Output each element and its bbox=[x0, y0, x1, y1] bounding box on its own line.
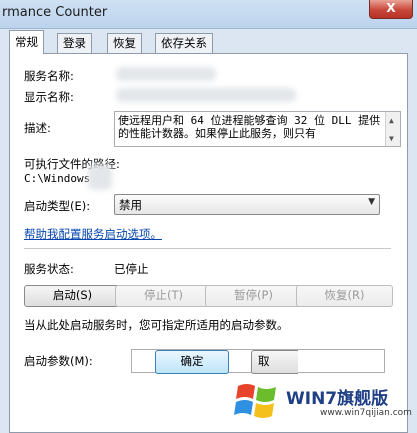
windows-logo-icon bbox=[234, 384, 276, 418]
watermark-text: WIN7旗舰版 bbox=[286, 389, 389, 409]
tab-logon[interactable]: 登录 bbox=[57, 33, 92, 53]
cancel-button-partial[interactable]: 取 bbox=[251, 350, 298, 374]
title-bar: rmance Counter X bbox=[0, 0, 417, 29]
close-button[interactable]: X bbox=[369, 0, 413, 19]
watermark: WIN7旗舰版 www.win7qijian.com bbox=[232, 378, 417, 431]
start-params-label: 启动参数(M): bbox=[24, 354, 93, 368]
scroll-down-icon[interactable]: ▼ bbox=[389, 132, 394, 145]
service-status-label: 服务状态: bbox=[24, 262, 74, 276]
service-name-label: 服务名称: bbox=[24, 69, 74, 83]
pause-button[interactable]: 暂停(P) bbox=[205, 285, 302, 307]
start-button[interactable]: 启动(S) bbox=[24, 285, 121, 307]
description-text: 使远程用户和 64 位进程能够查询 32 位 DLL 提供的性能计数器。如果停止… bbox=[118, 114, 381, 140]
tab-general[interactable]: 常规 bbox=[9, 30, 44, 54]
description-label: 描述: bbox=[24, 121, 51, 135]
help-link[interactable]: 帮助我配置服务启动选项。 bbox=[24, 226, 162, 242]
exe-path-value: C:\Windows bbox=[24, 172, 91, 185]
redacted-exe-path bbox=[88, 164, 112, 190]
tab-dependencies[interactable]: 依存关系 bbox=[155, 33, 213, 53]
display-name-label: 显示名称: bbox=[24, 90, 74, 104]
redacted-service-name bbox=[116, 67, 216, 81]
separator bbox=[24, 248, 391, 249]
startup-type-label: 启动类型(E): bbox=[24, 199, 91, 213]
redacted-display-name bbox=[116, 88, 296, 102]
scroll-up-icon[interactable]: ▲ bbox=[389, 114, 394, 127]
description-box[interactable]: 使远程用户和 64 位进程能够查询 32 位 DLL 提供的性能计数器。如果停止… bbox=[114, 111, 401, 147]
window-title: rmance Counter bbox=[2, 5, 108, 20]
general-panel: 服务名称: 显示名称: 描述: 使远程用户和 64 位进程能够查询 32 位 D… bbox=[9, 53, 408, 433]
stop-button[interactable]: 停止(T) bbox=[115, 285, 212, 307]
watermark-url: www.win7qijian.com bbox=[320, 408, 412, 418]
ok-button[interactable]: 确定 bbox=[155, 350, 229, 374]
description-scrollbar[interactable]: ▲ ▼ bbox=[385, 112, 400, 146]
startup-type-select[interactable]: 禁用 ▼ bbox=[114, 194, 380, 215]
chevron-down-icon: ▼ bbox=[368, 197, 375, 207]
service-status-value: 已停止 bbox=[114, 262, 149, 276]
tab-recovery[interactable]: 恢复 bbox=[107, 33, 142, 53]
resume-button[interactable]: 恢复(R) bbox=[296, 285, 393, 307]
start-params-hint: 当从此处启动服务时，您可指定所适用的启动参数。 bbox=[24, 318, 289, 332]
startup-type-value: 禁用 bbox=[119, 198, 142, 212]
